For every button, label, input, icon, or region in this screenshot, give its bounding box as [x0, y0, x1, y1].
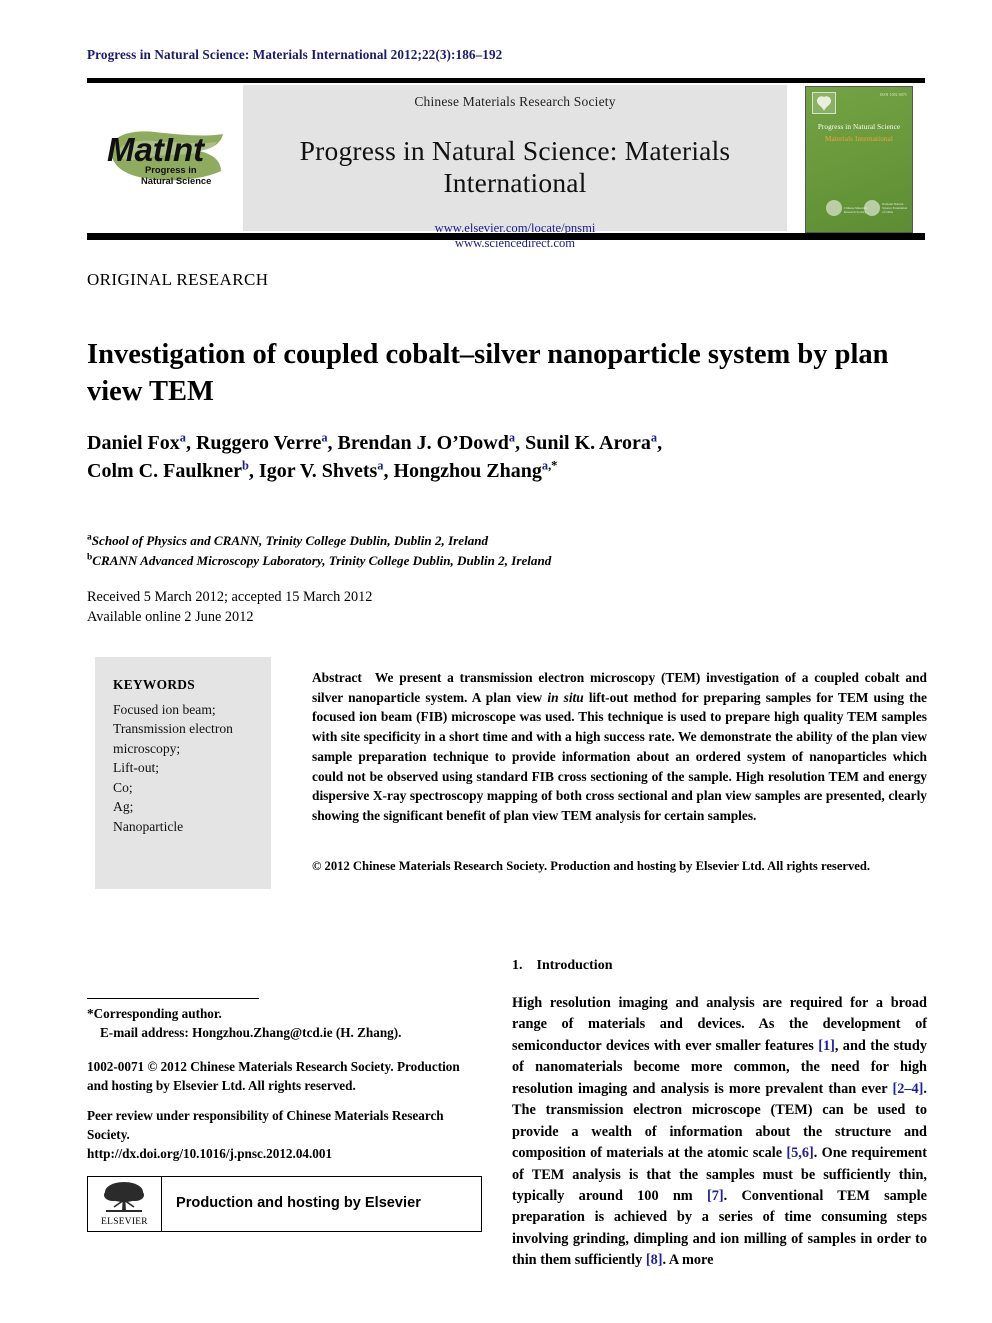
introduction-paragraph: High resolution imaging and analysis are… [512, 995, 927, 1269]
keyword-item: Focused ion beam; [113, 702, 216, 717]
svg-text:MatInt: MatInt [107, 131, 206, 168]
available-online-date: Available online 2 June 2012 [87, 608, 254, 625]
keyword-item: Nanoparticle [113, 818, 184, 834]
corresponding-author-note: *Corresponding author. E-mail address: H… [87, 1004, 487, 1042]
journal-title: Progress in Natural Science: Materials I… [299, 135, 731, 198]
abstract-copyright: © 2012 Chinese Materials Research Societ… [312, 859, 871, 873]
keyword-item: Ag; [113, 799, 134, 815]
section-heading-introduction: 1. Introduction [512, 958, 612, 974]
issn-copyright-note: 1002-0071 © 2012 Chinese Materials Resea… [87, 1059, 460, 1094]
footnote-rule [87, 998, 259, 999]
keyword-item: Transmission electron microscopy; [113, 721, 233, 756]
corresponding-author-label: *Corresponding author. [87, 1006, 222, 1021]
affiliation-a: aSchool of Physics and CRANN, Trinity Co… [87, 532, 489, 548]
matint-logo-icon: MatInt Progress in Natural Science [107, 131, 223, 186]
matint-logo-area: MatInt Progress in Natural Science [87, 83, 243, 233]
cover-seal-crs [826, 200, 842, 216]
corresponding-author-email[interactable]: E-mail address: Hongzhou.Zhang@tcd.ie (H… [87, 1023, 487, 1042]
svg-text:Progress in: Progress in [145, 164, 197, 175]
keyword-item: Lift-out; [113, 760, 160, 776]
cover-title-line2: Materials International [825, 135, 893, 143]
abstract-text: Abstract We present a transmission electr… [312, 668, 927, 826]
section-number: 1. [512, 958, 523, 973]
masthead-bottom-rule [87, 233, 925, 240]
keywords-list: Focused ion beam; Transmission electron m… [113, 700, 259, 836]
publication-dates: Received 5 March 2012; accepted 15 March… [87, 588, 687, 627]
page-title: Investigation of coupled cobalt–silver n… [87, 339, 889, 407]
abstract-part-2: lift-out method for preparing samples fo… [312, 689, 927, 823]
received-date: Received 5 March 2012; accepted 15 March… [87, 589, 373, 605]
society-name: Chinese Materials Research Society [414, 94, 616, 109]
cover-seal-nsfc [864, 200, 880, 216]
cover-issn: ISSN 1002-0071 [879, 93, 907, 97]
author-line-2: Colm C. Faulknerb, Igor V. Shvetsa, Hong… [87, 458, 558, 483]
section-title: Introduction [536, 958, 613, 973]
author-list: Daniel Foxa, Ruggero Verrea, Brendan J. … [87, 429, 932, 486]
cover-title-line1: Progress in Natural Science [817, 123, 901, 131]
elsevier-wordmark: ELSEVIER [101, 1217, 148, 1227]
article-type-kicker: ORIGINAL RESEARCH [87, 270, 269, 289]
peer-review-note: Peer review under responsibility of Chin… [87, 1106, 479, 1163]
elsevier-tree-icon [104, 1182, 144, 1212]
affiliations: aSchool of Physics and CRANN, Trinity Co… [87, 531, 847, 571]
journal-cover-thumbnail: ISSN 1002-0071 Progress in Natural Scien… [805, 86, 913, 233]
peer-review-text: Peer review under responsibility of Chin… [87, 1108, 444, 1143]
doi-link[interactable]: http://dx.doi.org/10.1016/j.pnsc.2012.04… [87, 1144, 479, 1163]
elsevier-tree-icon [812, 92, 836, 114]
elsevier-hosting-label: Production and hosting by Elsevier [176, 1195, 421, 1211]
running-head: Progress in Natural Science: Materials I… [87, 47, 503, 62]
keywords-heading: KEYWORDS [113, 677, 196, 692]
keywords-box: KEYWORDS Focused ion beam; Transmission e… [95, 657, 271, 889]
affiliation-b: bCRANN Advanced Microscopy Laboratory, T… [87, 552, 552, 568]
svg-text:Natural Science: Natural Science [141, 175, 211, 186]
elsevier-logo-cell: ELSEVIER [88, 1177, 162, 1231]
masthead-center-panel: Chinese Materials Research Society Progr… [243, 85, 787, 250]
keyword-item: Co; [113, 779, 133, 795]
cover-seal-label-2: National Natural Science Foundation of C… [882, 202, 908, 214]
abstract-italic-phrase: in situ [547, 689, 584, 705]
elsevier-hosting-box: ELSEVIER Production and hosting by Elsev… [87, 1176, 482, 1232]
journal-masthead: MatInt Progress in Natural Science Chine… [87, 83, 925, 250]
paper-page: Progress in Natural Science: Materials I… [0, 0, 992, 1323]
abstract-label: Abstract [312, 670, 362, 685]
author-line-1: Daniel Foxa, Ruggero Verrea, Brendan J. … [87, 430, 663, 454]
